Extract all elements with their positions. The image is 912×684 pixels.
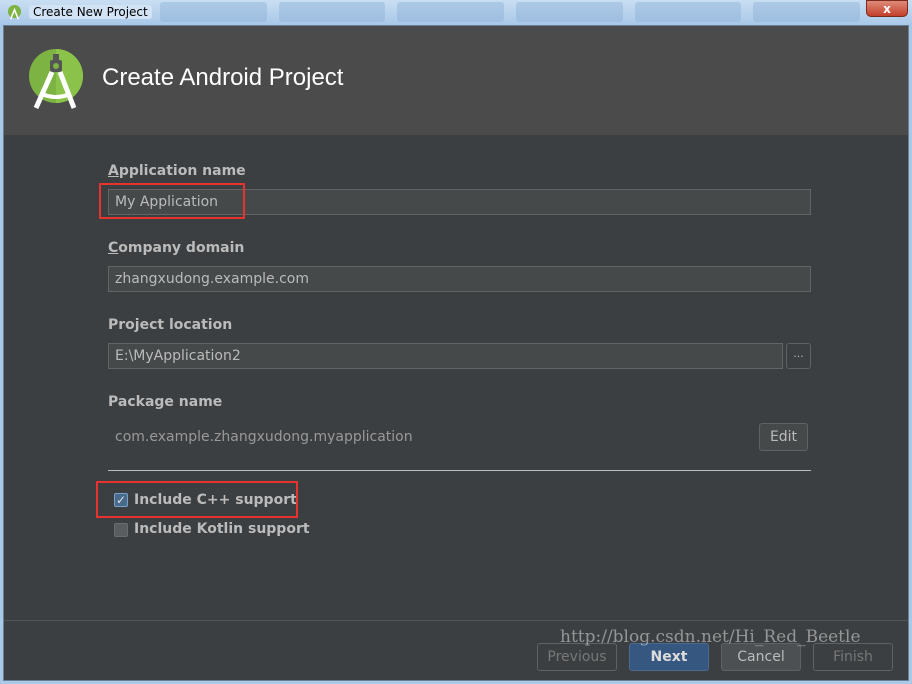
android-studio-icon [7,5,22,20]
package-name-value: com.example.zhangxudong.myapplication [115,429,413,445]
android-studio-logo-icon [29,49,83,110]
edit-package-button[interactable]: Edit [759,423,808,451]
application-name-label: Application name [108,163,246,179]
divider [108,470,811,471]
project-location-label: Project location [108,317,233,333]
package-name-label: Package name [108,394,223,410]
project-location-input[interactable]: E:\MyApplication2 [108,343,783,369]
kotlin-support-label[interactable]: Include Kotlin support [134,521,310,537]
watermark: http://blog.csdn.net/Hi_Red_Beetle [560,627,861,647]
dialog-header: Create Android Project [4,26,908,135]
footer-divider [4,620,908,621]
company-domain-input[interactable]: zhangxudong.example.com [108,266,811,292]
window-title: Create New Project [29,5,152,19]
dialog: Create Android Project Application name … [3,25,909,681]
highlight-box [99,183,245,219]
highlight-box [96,481,298,518]
title-bar: Create New Project x [0,0,912,26]
previous-button[interactable]: Previous [537,643,617,671]
finish-button[interactable]: Finish [813,643,893,671]
kotlin-support-checkbox[interactable] [114,523,128,537]
company-domain-label: Company domain [108,240,245,256]
browse-button[interactable]: ... [786,343,811,369]
close-button[interactable]: x [866,0,908,17]
page-title: Create Android Project [102,64,344,91]
cancel-button[interactable]: Cancel [721,643,801,671]
next-button[interactable]: Next [629,643,709,671]
background-browser-tabs [160,2,861,22]
